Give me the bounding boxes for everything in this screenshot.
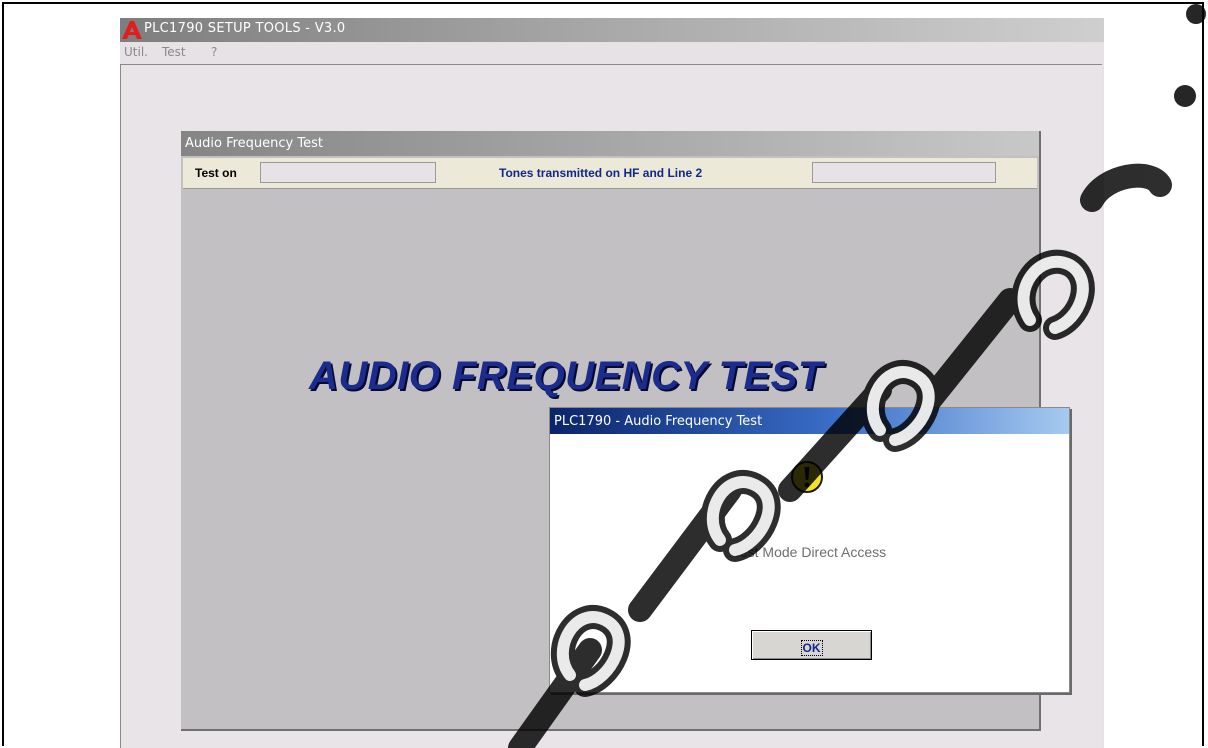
watermark-overlay [508,4,1206,748]
